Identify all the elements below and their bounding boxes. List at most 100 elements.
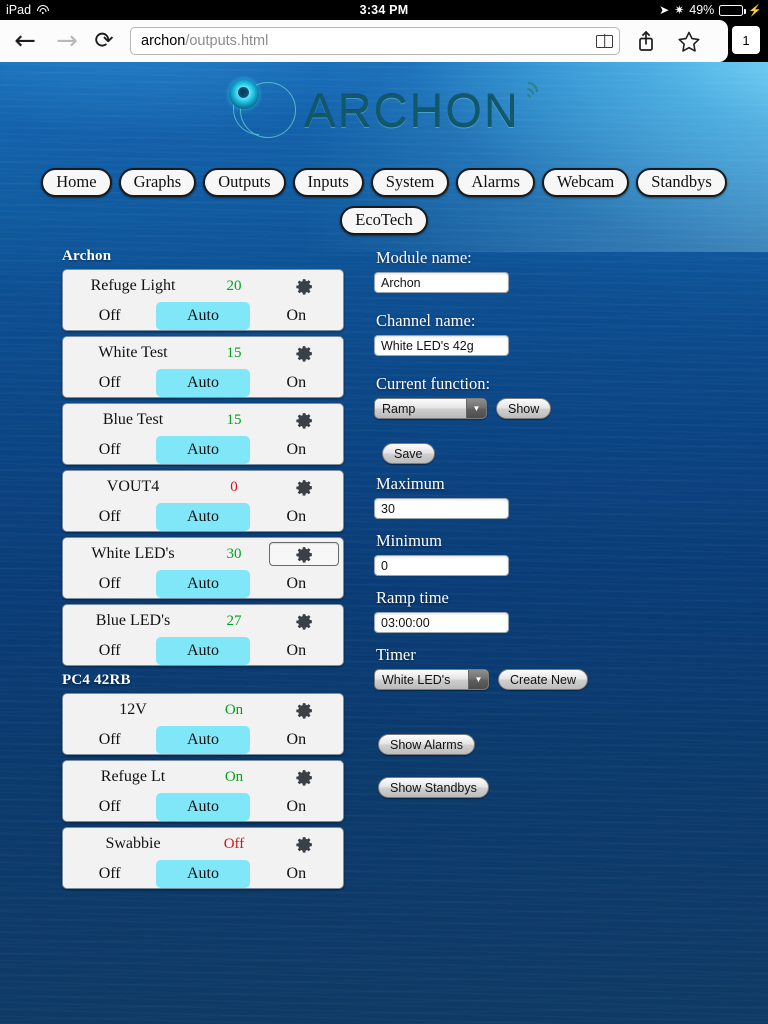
nav-item-outputs[interactable]: Outputs	[203, 168, 286, 197]
back-arrow-icon[interactable]: ←	[8, 26, 42, 56]
output-mode-on[interactable]: On	[250, 436, 343, 464]
output-mode-off[interactable]: Off	[63, 637, 156, 665]
output-mode-off[interactable]: Off	[63, 369, 156, 397]
output-card[interactable]: Refuge Lt On Off Auto On	[62, 760, 344, 822]
gear-icon	[295, 546, 312, 563]
logo-wifi-arc-icon	[513, 77, 542, 122]
current-function-select[interactable]: Ramp ▼	[374, 398, 487, 419]
output-mode-off[interactable]: Off	[63, 302, 156, 330]
output-card[interactable]: Blue Test 15 Off Auto On	[62, 403, 344, 465]
output-value: 20	[226, 277, 242, 294]
reader-view-icon[interactable]	[596, 34, 613, 48]
battery-percent-label: 49%	[689, 3, 715, 17]
show-standbys-button[interactable]: Show Standbys	[378, 777, 489, 798]
gear-icon	[295, 769, 312, 786]
bookmark-star-icon[interactable]	[672, 25, 706, 57]
url-bar[interactable]: archon/outputs.html	[130, 27, 620, 55]
output-mode-auto[interactable]: Auto	[156, 503, 250, 531]
output-value: 30	[226, 545, 242, 562]
output-mode-off[interactable]: Off	[63, 793, 156, 821]
output-mode-off[interactable]: Off	[63, 860, 156, 888]
output-value: 27	[226, 612, 242, 629]
output-mode-auto[interactable]: Auto	[156, 860, 250, 888]
output-name: VOUT4	[106, 478, 160, 495]
output-card[interactable]: Swabbie Off Off Auto On	[62, 827, 344, 889]
share-icon[interactable]	[629, 25, 663, 57]
timer-select[interactable]: White LED's ▼	[374, 669, 489, 690]
output-settings-button[interactable]	[269, 408, 339, 432]
nav-item-webcam[interactable]: Webcam	[541, 168, 630, 197]
output-settings-button[interactable]	[269, 475, 339, 499]
output-mode-on[interactable]: On	[250, 503, 343, 531]
output-mode-auto[interactable]: Auto	[156, 436, 250, 464]
output-mode-on[interactable]: On	[250, 570, 343, 598]
output-mode-on[interactable]: On	[250, 302, 343, 330]
nav-item-ecotech[interactable]: EcoTech	[340, 205, 428, 235]
output-mode-off[interactable]: Off	[63, 726, 156, 754]
output-card[interactable]: White Test 15 Off Auto On	[62, 336, 344, 398]
channel-name-input[interactable]: White LED's 42g	[374, 335, 509, 356]
nav-item-inputs[interactable]: Inputs	[292, 168, 364, 197]
outputs-list: Archon Refuge Light 20 Off Auto On White…	[62, 248, 344, 894]
output-value: On	[224, 768, 244, 785]
nav-item-home[interactable]: Home	[41, 168, 112, 197]
output-mode-auto[interactable]: Auto	[156, 793, 250, 821]
output-settings-button[interactable]	[269, 274, 339, 298]
output-mode-auto[interactable]: Auto	[156, 369, 250, 397]
ramp-time-input[interactable]: 03:00:00	[374, 612, 509, 633]
output-settings-button[interactable]	[269, 765, 339, 789]
output-mode-on[interactable]: On	[250, 793, 343, 821]
output-settings-button[interactable]	[269, 832, 339, 856]
maximum-input[interactable]: 30	[374, 498, 509, 519]
module-name-input[interactable]: Archon	[374, 272, 509, 293]
save-button[interactable]: Save	[382, 443, 435, 464]
output-value: On	[224, 701, 244, 718]
output-card[interactable]: VOUT4 0 Off Auto On	[62, 470, 344, 532]
create-new-button[interactable]: Create New	[498, 669, 588, 690]
output-mode-on[interactable]: On	[250, 726, 343, 754]
output-mode-auto[interactable]: Auto	[156, 302, 250, 330]
show-button[interactable]: Show	[496, 398, 552, 419]
output-settings-button[interactable]	[269, 341, 339, 365]
output-name: Refuge Light	[90, 277, 176, 294]
gear-icon	[295, 479, 312, 496]
output-value: 15	[226, 411, 242, 428]
battery-icon	[719, 4, 746, 16]
output-mode-on[interactable]: On	[250, 637, 343, 665]
timer-label: Timer	[376, 645, 416, 664]
output-mode-off[interactable]: Off	[63, 570, 156, 598]
output-card[interactable]: Refuge Light 20 Off Auto On	[62, 269, 344, 331]
archon-logo-icon	[226, 77, 302, 143]
location-arrow-icon: ➤	[659, 3, 670, 17]
show-alarms-button[interactable]: Show Alarms	[378, 734, 475, 755]
output-card[interactable]: White LED's 30 Off Auto On	[62, 537, 344, 599]
output-settings-button[interactable]	[269, 609, 339, 633]
nav-item-standbys[interactable]: Standbys	[636, 168, 727, 197]
web-page-content: ARCHON Home Graphs Outputs Inputs System…	[0, 62, 768, 1024]
forward-arrow-icon[interactable]: →	[50, 26, 84, 56]
channel-name-label: Channel name:	[376, 311, 476, 330]
gear-icon	[295, 345, 312, 362]
output-mode-auto[interactable]: Auto	[156, 726, 250, 754]
output-mode-off[interactable]: Off	[63, 503, 156, 531]
output-mode-on[interactable]: On	[250, 369, 343, 397]
lightning-bolt-icon: ⚡	[748, 4, 762, 17]
reload-icon[interactable]: ⟳	[88, 26, 120, 56]
minimum-input[interactable]: 0	[374, 555, 509, 576]
tab-count-button[interactable]: 1	[732, 26, 760, 54]
output-mode-auto[interactable]: Auto	[156, 570, 250, 598]
nav-row-primary: Home Graphs Outputs Inputs System Alarms…	[0, 168, 768, 197]
output-settings-button[interactable]	[269, 698, 339, 722]
output-name: 12V	[119, 701, 147, 718]
output-card[interactable]: 12V On Off Auto On	[62, 693, 344, 755]
output-card[interactable]: Blue LED's 27 Off Auto On	[62, 604, 344, 666]
output-mode-off[interactable]: Off	[63, 436, 156, 464]
nav-item-system[interactable]: System	[370, 168, 450, 197]
nav-item-alarms[interactable]: Alarms	[456, 168, 535, 197]
gear-icon	[295, 836, 312, 853]
chevron-down-icon: ▼	[468, 670, 488, 689]
output-mode-on[interactable]: On	[250, 860, 343, 888]
nav-item-graphs[interactable]: Graphs	[118, 168, 197, 197]
output-settings-button-selected[interactable]	[269, 542, 339, 566]
output-mode-auto[interactable]: Auto	[156, 637, 250, 665]
